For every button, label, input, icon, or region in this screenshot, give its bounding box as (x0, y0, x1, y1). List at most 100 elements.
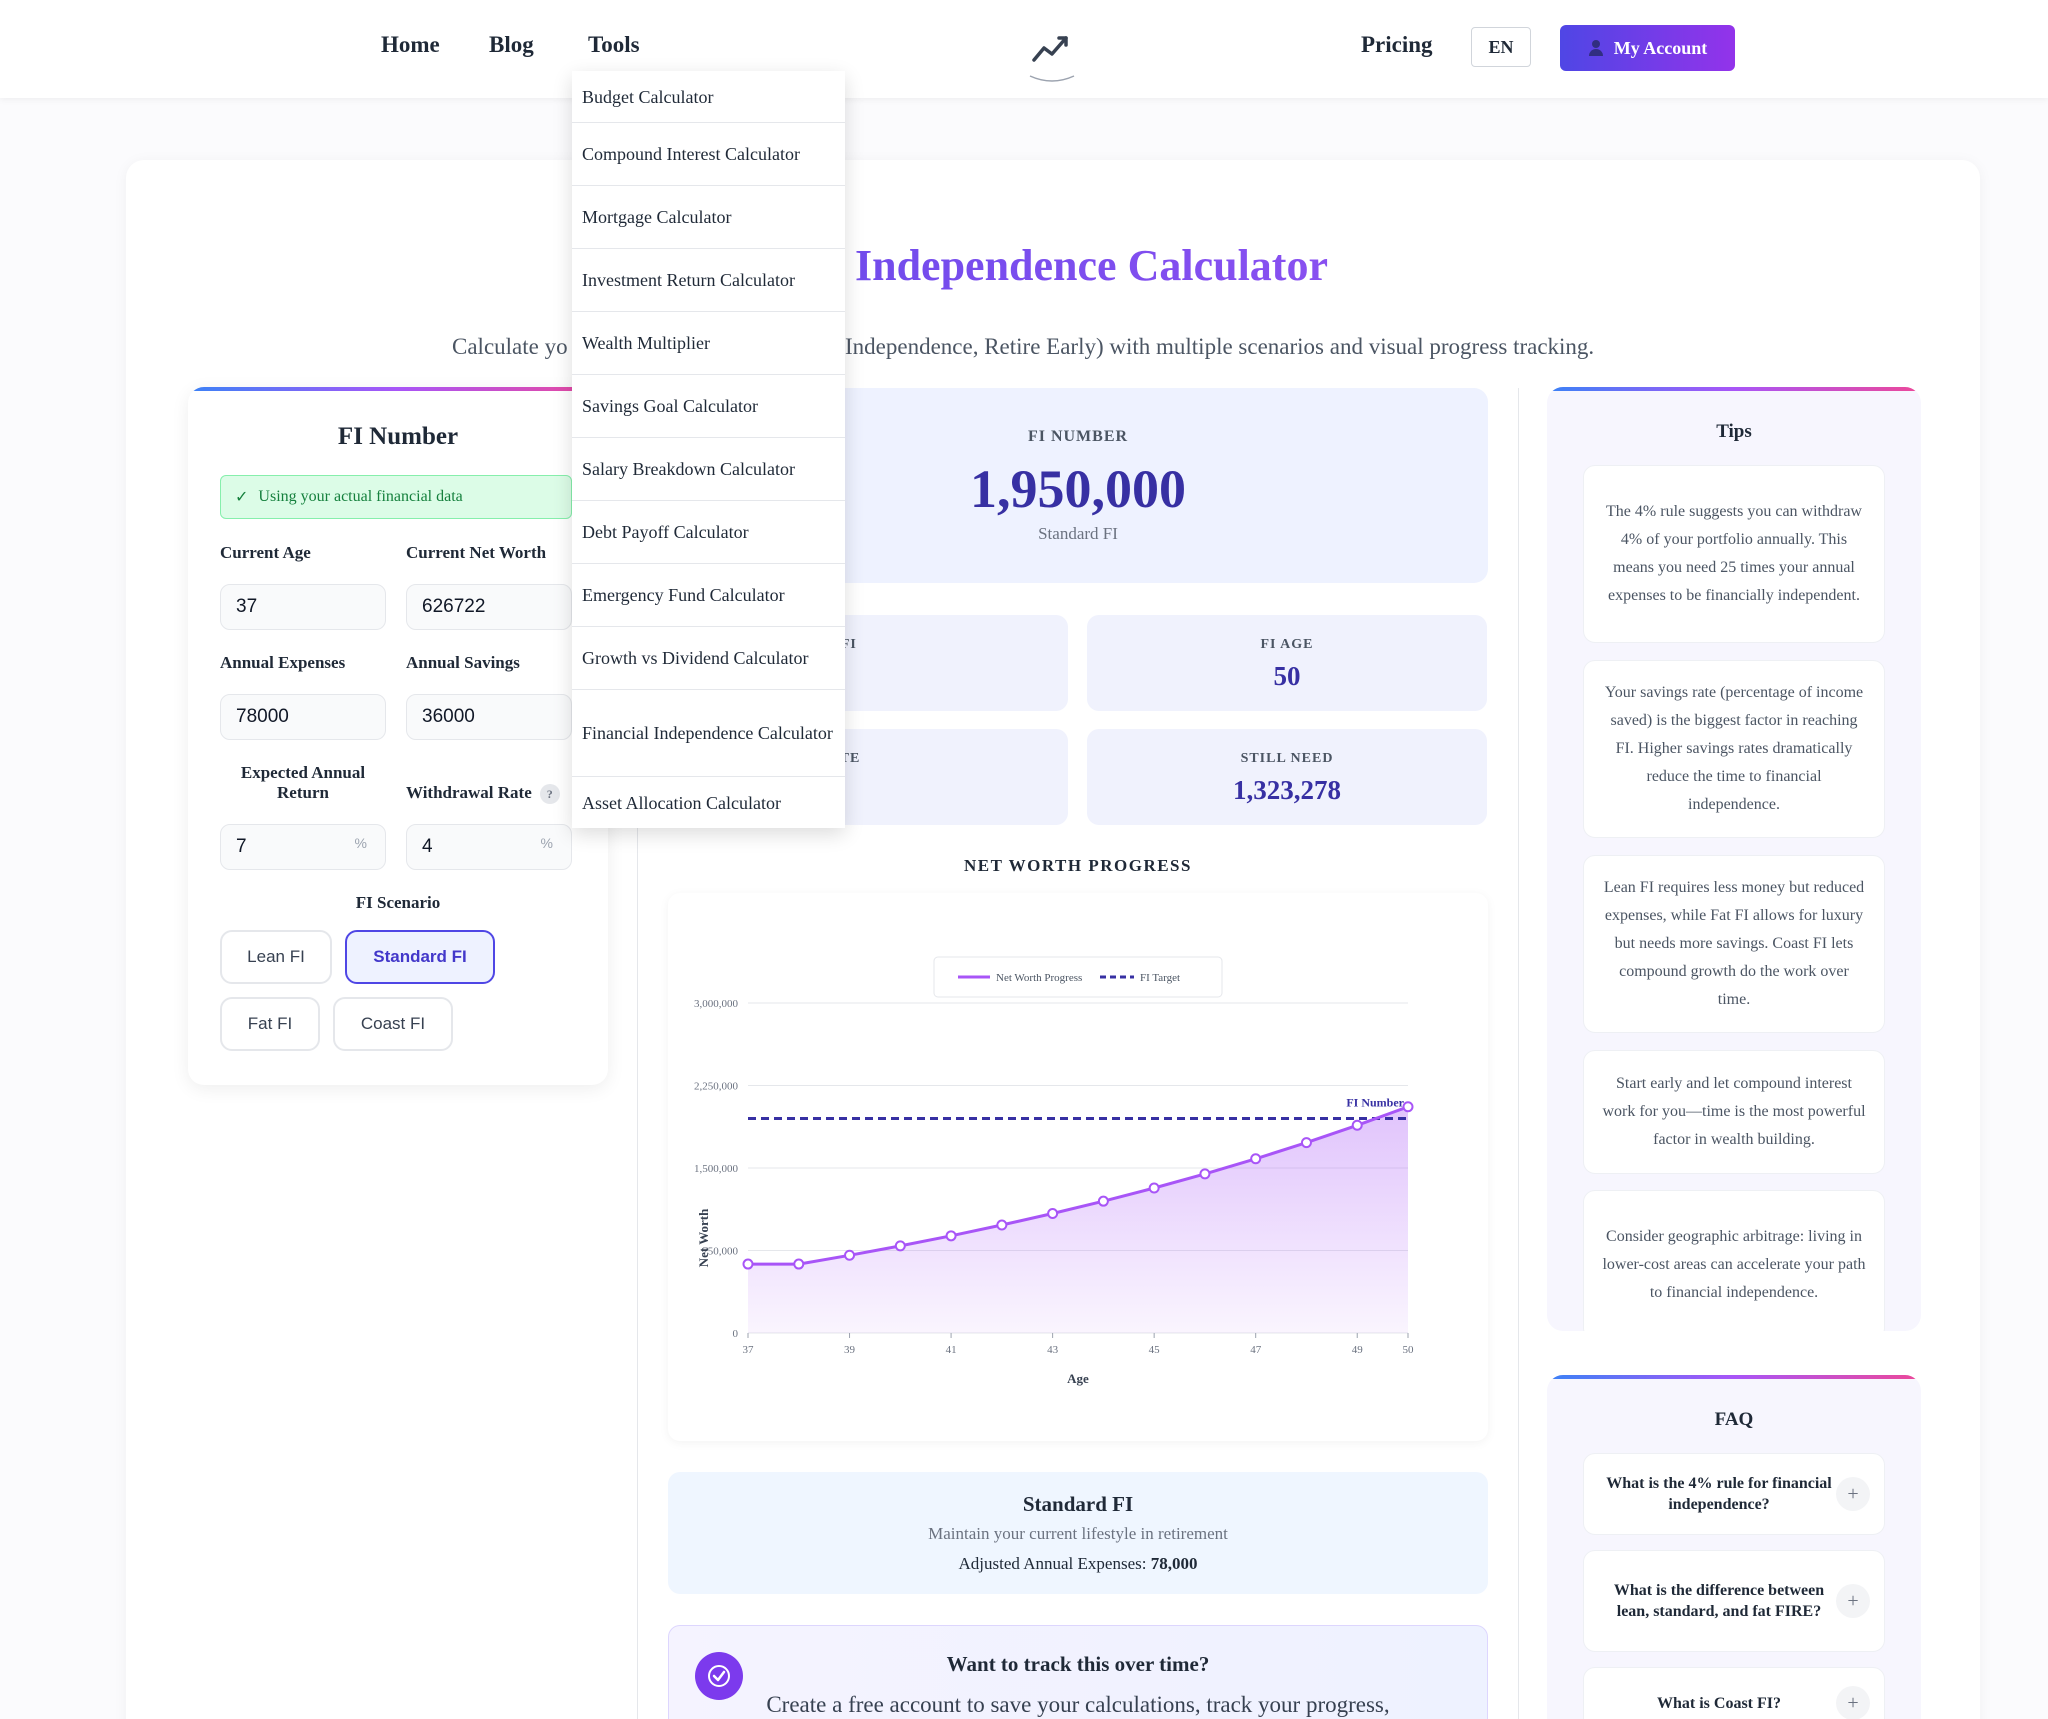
data-notice: ✓ Using your actual financial data (220, 475, 572, 519)
menu-item-debt-payoff[interactable]: Debt Payoff Calculator (572, 501, 845, 564)
scenario-summary-title: Standard FI (1022, 1492, 1134, 1516)
faq-panel: FAQ What is the 4% rule for financial in… (1547, 1375, 1921, 1719)
tip-card: Your savings rate (percentage of income … (1583, 660, 1885, 838)
tip-card: Consider geographic arbitrage: living in… (1583, 1190, 1885, 1331)
scenario-summary: Standard FI Maintain your current lifest… (668, 1472, 1488, 1594)
return-label: Expected Annual Return (240, 763, 366, 802)
my-account-label: My Account (1613, 37, 1708, 58)
data-point (844, 1249, 856, 1261)
data-point (1300, 1137, 1312, 1149)
form-heading: FI Number (337, 423, 459, 450)
scenario-fat-button[interactable]: Fat FI (220, 997, 320, 1051)
data-point (1402, 1101, 1414, 1113)
fi-age-card: FI AGE 50 (1087, 615, 1487, 711)
menu-item-budget[interactable]: Budget Calculator (572, 71, 845, 123)
data-point (742, 1258, 754, 1270)
tips-panel: Tips The 4% rule suggests you can withdr… (1547, 387, 1921, 1331)
savings-label: Annual Savings (406, 653, 520, 672)
scenario-standard-button[interactable]: Standard FI (345, 930, 495, 984)
cta-title: Want to track this over time? (946, 1652, 1210, 1676)
trend-up-icon (1029, 36, 1075, 82)
fi-age-label: FI AGE (1260, 637, 1314, 652)
menu-item-salary-breakdown[interactable]: Salary Breakdown Calculator (572, 438, 845, 501)
x-tick-label: 45 (1149, 1344, 1161, 1356)
fi-age-value: 50 (1273, 661, 1301, 691)
still-need-label: STILL NEED (1240, 751, 1334, 766)
current-age-input[interactable]: 37 (220, 584, 386, 630)
percent-suffix: % (540, 835, 553, 851)
logo[interactable] (1028, 32, 1076, 88)
menu-item-savings-goal[interactable]: Savings Goal Calculator (572, 375, 845, 438)
legend-label-net-worth: Net Worth Progress (996, 972, 1082, 984)
menu-item-mortgage[interactable]: Mortgage Calculator (572, 186, 845, 249)
withdrawal-label: Withdrawal Rate? (406, 783, 560, 805)
withdrawal-input[interactable]: 4 % (406, 824, 572, 870)
scenario-coast-button[interactable]: Coast FI (333, 997, 453, 1051)
expenses-input[interactable]: 78000 (220, 694, 386, 740)
savings-input[interactable]: 36000 (406, 694, 572, 740)
x-tick-label: 50 (1403, 1344, 1415, 1356)
x-tick-label: 49 (1352, 1344, 1364, 1356)
percent-suffix: % (354, 835, 367, 851)
my-account-button[interactable]: My Account (1560, 25, 1735, 71)
tip-card: The 4% rule suggests you can withdraw 4%… (1583, 465, 1885, 643)
plus-icon[interactable]: + (1836, 1477, 1870, 1511)
data-point (1250, 1153, 1262, 1165)
data-point (1047, 1208, 1059, 1220)
menu-item-wealth-multiplier[interactable]: Wealth Multiplier (572, 312, 845, 375)
menu-item-asset-allocation[interactable]: Asset Allocation Calculator (572, 777, 845, 828)
faq-question: What is the 4% rule for financial indepe… (1606, 1475, 1832, 1513)
nav-blog[interactable]: Blog (489, 32, 534, 58)
menu-item-growth-vs-dividend[interactable]: Growth vs Dividend Calculator (572, 627, 845, 690)
data-point (1097, 1195, 1109, 1207)
nav-tools[interactable]: Tools (588, 32, 640, 58)
subtitle-left: Calculate yo (452, 334, 568, 359)
faq-item[interactable]: What is the difference between lean, sta… (1583, 1550, 1885, 1652)
faq-question: What is the difference between lean, sta… (1613, 1582, 1825, 1620)
x-tick-label: 39 (844, 1344, 856, 1356)
cta-description: Create a free account to save your calcu… (766, 1692, 1390, 1717)
nav-pricing[interactable]: Pricing (1361, 32, 1433, 58)
signup-cta: Want to track this over time? Create a f… (668, 1625, 1488, 1719)
expenses-label: Annual Expenses (220, 653, 346, 672)
net-worth-label: Current Net Worth (406, 543, 547, 562)
withdrawal-value: 4 (422, 836, 433, 857)
subtitle-right: Independence, Retire Early) with multipl… (845, 334, 1595, 359)
faq-item[interactable]: What is Coast FI? + (1583, 1667, 1885, 1719)
plus-icon[interactable]: + (1836, 1686, 1870, 1719)
check-icon: ✓ (235, 489, 249, 506)
menu-item-investment-return[interactable]: Investment Return Calculator (572, 249, 845, 312)
y-tick-label: 0 (733, 1328, 739, 1340)
still-need-value: 1,323,278 (1233, 775, 1341, 805)
legend-label-fi-target: FI Target (1140, 972, 1180, 984)
still-need-card: STILL NEED 1,323,278 (1087, 729, 1487, 825)
data-point (945, 1230, 957, 1242)
adjusted-expenses-value: 78,000 (1150, 1554, 1198, 1573)
scenario-label: FI Scenario (355, 893, 441, 912)
return-input[interactable]: 7 % (220, 824, 386, 870)
page-title: cial Independence Calculator (126, 240, 1980, 291)
nav-home[interactable]: Home (381, 32, 440, 58)
y-tick-label: 1,500,000 (694, 1163, 739, 1175)
withdrawal-label-text: Withdrawal Rate (406, 783, 532, 802)
tips-heading: Tips (1716, 421, 1752, 442)
faq-item[interactable]: What is the 4% rule for financial indepe… (1583, 1453, 1885, 1535)
net-worth-input[interactable]: 626722 (406, 584, 572, 630)
language-selector[interactable]: EN (1471, 27, 1531, 67)
x-tick-label: 37 (743, 1344, 755, 1356)
adjusted-expenses: Adjusted Annual Expenses: 78,000 (668, 1554, 1488, 1574)
divider (637, 800, 638, 1719)
menu-item-financial-independence[interactable]: Financial Independence Calculator (572, 690, 845, 777)
tip-card: Lean FI requires less money but reduced … (1583, 855, 1885, 1033)
return-value: 7 (236, 836, 247, 857)
scenario-summary-description: Maintain your current lifestyle in retir… (928, 1524, 1228, 1543)
net-worth-chart: 0750,0001,500,0002,250,0003,000,00037 39 4… (694, 956, 1415, 1386)
menu-item-compound-interest[interactable]: Compound Interest Calculator (572, 123, 845, 186)
chart-card: 0 750,000 1,500,000 2,250,000 3,000,000 37 39 4… (668, 893, 1488, 1441)
menu-item-emergency-fund[interactable]: Emergency Fund Calculator (572, 564, 845, 627)
x-tick-label: 41 (946, 1344, 957, 1356)
scenario-lean-button[interactable]: Lean FI (220, 930, 332, 984)
plus-icon[interactable]: + (1836, 1584, 1870, 1618)
top-nav: Home Blog Tools Pricing EN My Account (0, 0, 2048, 98)
help-icon[interactable]: ? (539, 784, 560, 805)
